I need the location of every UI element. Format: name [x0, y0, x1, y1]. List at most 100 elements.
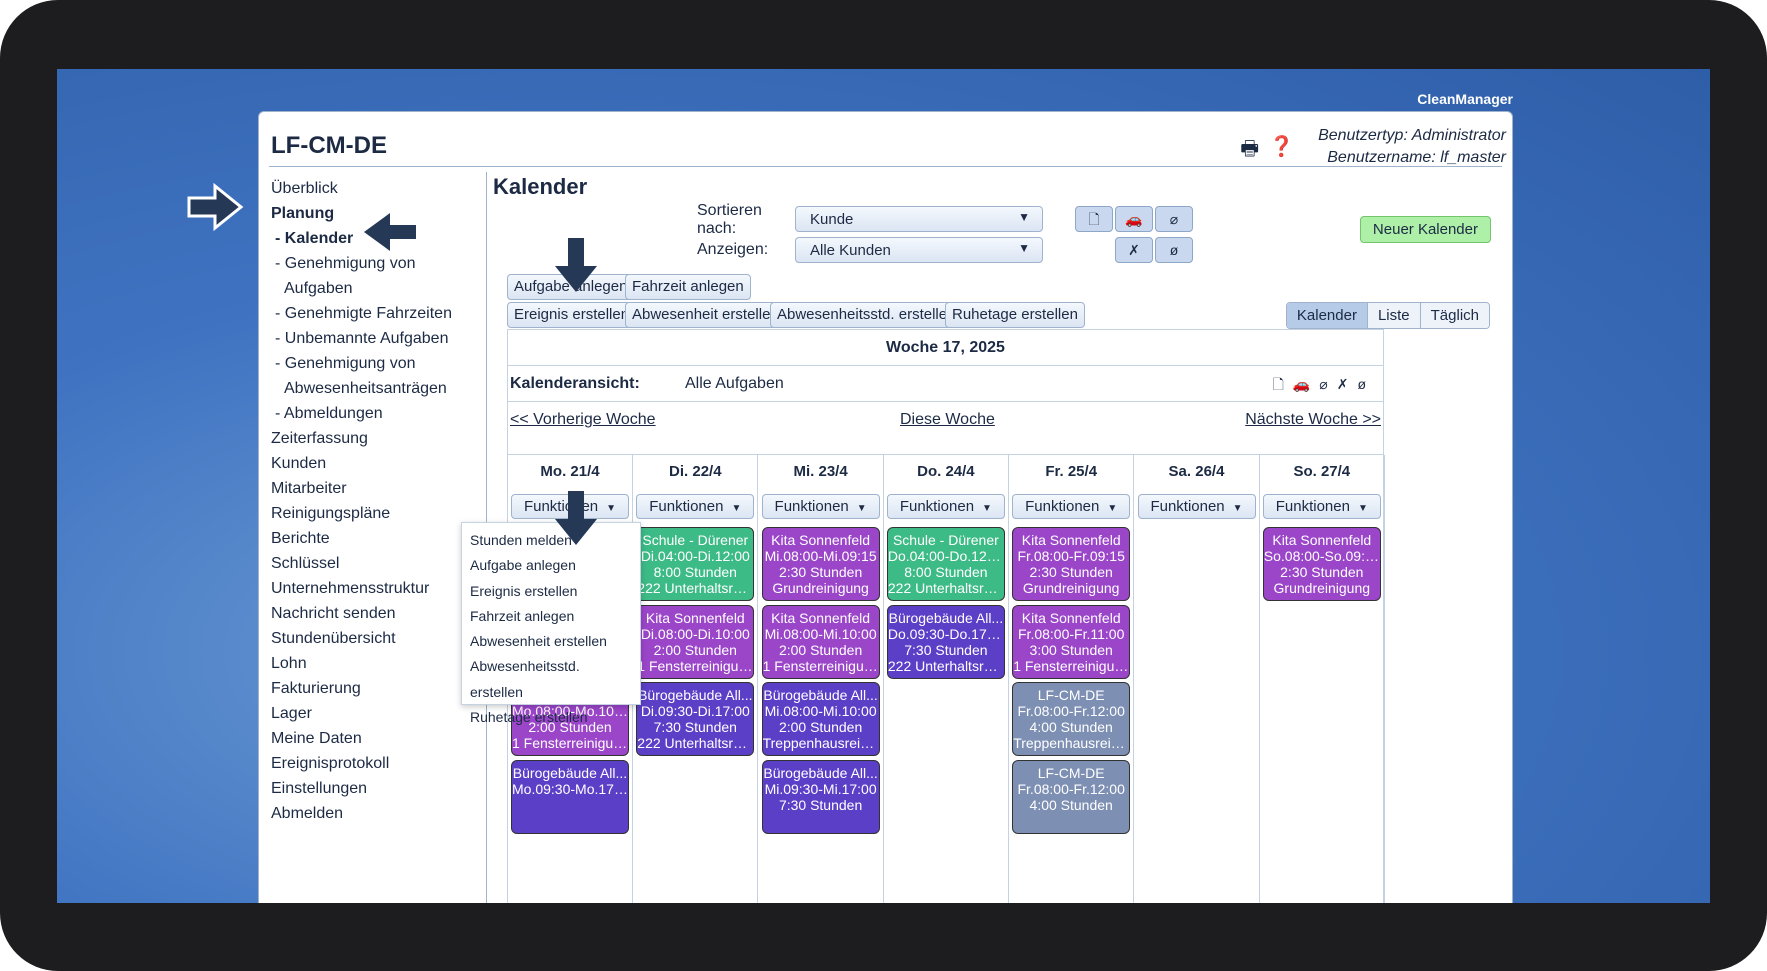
calendar-event[interactable]: Kita Sonnenfeld Mi.08:00-Mi.09:15 2:30 Stu…	[761, 527, 880, 601]
sidebar-item[interactable]: Zeiterfassung	[271, 426, 471, 451]
calendar-event[interactable]: Schule - Dürener Do.04:00-Do.12:00 8:00 St…	[886, 527, 1005, 601]
sidebar-item[interactable]: - Abmeldungen	[271, 401, 471, 426]
event-line: So.08:00-So.09:15	[1263, 548, 1380, 564]
chevron-down-icon: ▼	[1107, 503, 1118, 514]
sidebar-item[interactable]: - Genehmigung von	[271, 351, 471, 376]
unassigned-icon[interactable]: ✗	[1115, 237, 1153, 263]
sidebar-item[interactable]: Lager	[271, 701, 471, 726]
calendar-event[interactable]: Kita Sonnenfeld Di.08:00-Di.10:00 2:00 Stu…	[636, 605, 755, 679]
calendar-view-row: Kalenderansicht: Alle Aufgaben 🗋🚗⌀✗ø	[508, 366, 1383, 402]
day-header: Di. 22/4	[669, 463, 722, 480]
sidebar-item[interactable]: - Genehmigte Fahrzeiten	[271, 301, 471, 326]
calendar-event[interactable]: Bürogebäude All... Mi.08:00-Mi.10:00 2:00 …	[761, 682, 880, 756]
event-line: 7:30 Stunden	[778, 797, 863, 813]
sidebar-item[interactable]: Lohn	[271, 651, 471, 676]
calendar-event[interactable]: Bürogebäude All... Do.09:30-Do.17:00 7:30 …	[886, 605, 1005, 679]
prev-week-link[interactable]: << Vorherige Woche	[510, 402, 656, 438]
calendar-event[interactable]: LF-CM-DE Fr.08:00-Fr.12:00 4:00 Stunden Tre…	[1012, 682, 1131, 756]
event-line: 2:30 Stunden	[1029, 564, 1113, 580]
show-select[interactable]: Alle Kunden ▼	[795, 237, 1043, 263]
event-line: Mi.08:00-Mi.10:00	[764, 703, 877, 719]
event-line: 3:00 Stunden	[1029, 642, 1113, 658]
event-line: 7:30 Stunden	[904, 642, 988, 658]
sidebar-item[interactable]: Stundenübersicht	[271, 626, 471, 651]
sidebar-item[interactable]: Abmelden	[271, 801, 471, 826]
functions-menu-item[interactable]: Abwesenheitsstd. erstellen	[470, 654, 632, 705]
calendar-event[interactable]: LF-CM-DE Fr.08:00-Fr.12:00 4:00 Stunden	[1012, 760, 1131, 834]
event-line: 1 Fensterreinigung	[512, 735, 628, 751]
functions-dropdown[interactable]: Funktionen ▼	[761, 494, 880, 519]
event-line: Fr.08:00-Fr.12:00	[1017, 781, 1125, 797]
sidebar-item[interactable]: - Unbemannte Aufgaben	[271, 326, 471, 351]
app-window: LF-CM-DE 🖶 ❓ Benutzertyp: Administrator …	[258, 111, 1513, 903]
sidebar-item[interactable]: Unternehmensstruktur	[271, 576, 471, 601]
print-icon[interactable]: 🖶	[1240, 134, 1259, 168]
event-line: Di.04:00-Di.12:00	[640, 548, 750, 564]
day-column: Di. 22/4 Funktionen ▼ Schule - Dürener Di.04…	[633, 455, 759, 903]
week-navigation: << Vorherige Woche Diese Woche Nächste W…	[508, 402, 1383, 438]
sidebar-item[interactable]: Ereignisprotokoll	[271, 751, 471, 776]
car-icon[interactable]: 🚗	[1115, 206, 1153, 232]
functions-menu-item[interactable]: Ruhetage erstellen	[470, 705, 632, 730]
create-rest-days-button[interactable]: Ruhetage erstellen	[945, 302, 1085, 328]
view-calendar-button[interactable]: Kalender	[1286, 303, 1367, 328]
sidebar-item[interactable]: Meine Daten	[271, 726, 471, 751]
day-column: Sa. 26/4 Funktionen ▼	[1135, 455, 1260, 903]
sidebar-item[interactable]: Abwesenheitsanträgen	[271, 376, 471, 401]
unmanned-icon[interactable]: ø	[1155, 237, 1193, 263]
this-week-link[interactable]: Diese Woche	[900, 402, 995, 438]
functions-dropdown[interactable]: Funktionen ▼	[1137, 494, 1256, 519]
functions-dropdown[interactable]: Funktionen ▼	[886, 494, 1005, 519]
sidebar-item[interactable]: Nachricht senden	[271, 601, 471, 626]
next-week-link[interactable]: Nächste Woche >>	[1245, 402, 1381, 438]
sidebar-item[interactable]: Reinigungspläne	[271, 501, 471, 526]
sidebar-item[interactable]: Überblick	[271, 176, 471, 201]
calendar-event[interactable]: Bürogebäude All... Mo.09:30-Mo.17:00	[511, 760, 629, 834]
sort-select[interactable]: Kunde ▼	[795, 206, 1043, 232]
functions-dropdown[interactable]: Funktionen ▼	[636, 494, 755, 519]
event-line: Kita Sonnenfeld	[1272, 532, 1372, 548]
create-event-button[interactable]: Ereignis erstellen	[507, 302, 637, 328]
view-list-button[interactable]: Liste	[1366, 303, 1420, 328]
event-line	[512, 813, 628, 829]
sidebar-item[interactable]: Schlüssel	[271, 551, 471, 576]
new-calendar-button[interactable]: Neuer Kalender	[1359, 216, 1491, 243]
view-daily-button[interactable]: Täglich	[1419, 303, 1489, 328]
functions-dropdown[interactable]: Funktionen ▼	[1012, 494, 1131, 519]
event-line: 7:30 Stunden	[653, 719, 737, 735]
calendar-event[interactable]: Bürogebäude All... Di.09:30-Di.17:00 7:30 …	[636, 682, 755, 756]
help-icon[interactable]: ❓	[1269, 134, 1294, 168]
calendar-event[interactable]: Kita Sonnenfeld Fr.08:00-Fr.11:00 3:00 Stu…	[1012, 605, 1131, 679]
sidebar-item[interactable]: Einstellungen	[271, 776, 471, 801]
functions-menu-item[interactable]: Ereignis erstellen	[470, 579, 632, 604]
sidebar-item[interactable]: Aufgaben	[271, 276, 471, 301]
sidebar-item[interactable]: Berichte	[271, 526, 471, 551]
functions-menu-item[interactable]: Aufgabe anlegen	[470, 553, 632, 578]
create-travel-button[interactable]: Fahrzeit anlegen	[625, 274, 751, 300]
create-absence-button[interactable]: Abwesenheit erstellen	[625, 302, 786, 328]
sidebar-item[interactable]: Kunden	[271, 451, 471, 476]
day-column: Mi. 23/4 Funktionen ▼ Kita Sonnenfeld Mi.08:…	[759, 455, 884, 903]
calendar-event[interactable]: Kita Sonnenfeld Mi.08:00-Mi.10:00 2:00 Stu…	[761, 605, 880, 679]
event-line: 222 Unterhaltsreinigung	[887, 658, 1004, 674]
calendar-event[interactable]: Kita Sonnenfeld So.08:00-So.09:15 2:30 Stu…	[1262, 527, 1381, 601]
sidebar-item[interactable]: Fakturierung	[271, 676, 471, 701]
day-header: Mi. 23/4	[793, 463, 848, 480]
no-schedule-icon[interactable]: ⌀	[1155, 206, 1193, 232]
event-line: LF-CM-DE	[1037, 687, 1105, 703]
calendar-event[interactable]: Kita Sonnenfeld Fr.08:00-Fr.09:15 2:30 Stu…	[1012, 527, 1131, 601]
sidebar-item[interactable]: Mitarbeiter	[271, 476, 471, 501]
event-line: Mi.09:30-Mi.17:00	[764, 781, 877, 797]
event-line: Mi.08:00-Mi.09:15	[764, 548, 877, 564]
user-type: Benutzertyp: Administrator	[1318, 127, 1506, 144]
event-line: 2:30 Stunden	[1280, 564, 1364, 580]
page-title: Kalender	[493, 174, 588, 199]
functions-menu-item[interactable]: Abwesenheit erstellen	[470, 629, 632, 654]
document-icon[interactable]: 🗋	[1075, 206, 1113, 232]
calendar-event[interactable]: Bürogebäude All... Mi.09:30-Mi.17:00 7:30 …	[761, 760, 880, 834]
event-line: Schule - Dürener	[892, 532, 999, 548]
functions-menu-item[interactable]: Fahrzeit anlegen	[470, 604, 632, 629]
calendar-event[interactable]: Schule - Dürener Di.04:00-Di.12:00 8:00 St…	[636, 527, 755, 601]
functions-dropdown[interactable]: Funktionen ▼	[1262, 494, 1381, 519]
create-absence-hours-button[interactable]: Abwesenheitsstd. erstellen	[770, 302, 963, 328]
